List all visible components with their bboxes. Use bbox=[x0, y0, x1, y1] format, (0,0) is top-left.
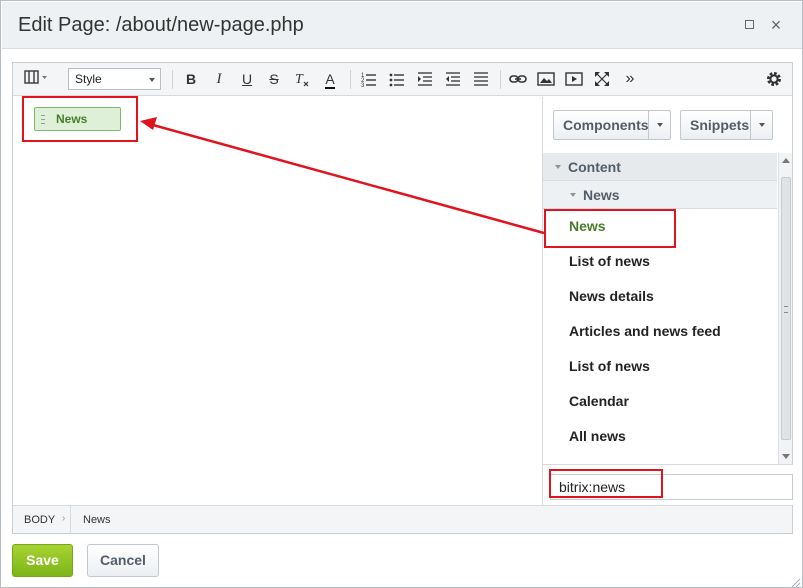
annotation-arrow bbox=[140, 117, 545, 235]
edit-page-dialog: Edit Page: /about/new-page.php × Style B… bbox=[0, 0, 803, 588]
